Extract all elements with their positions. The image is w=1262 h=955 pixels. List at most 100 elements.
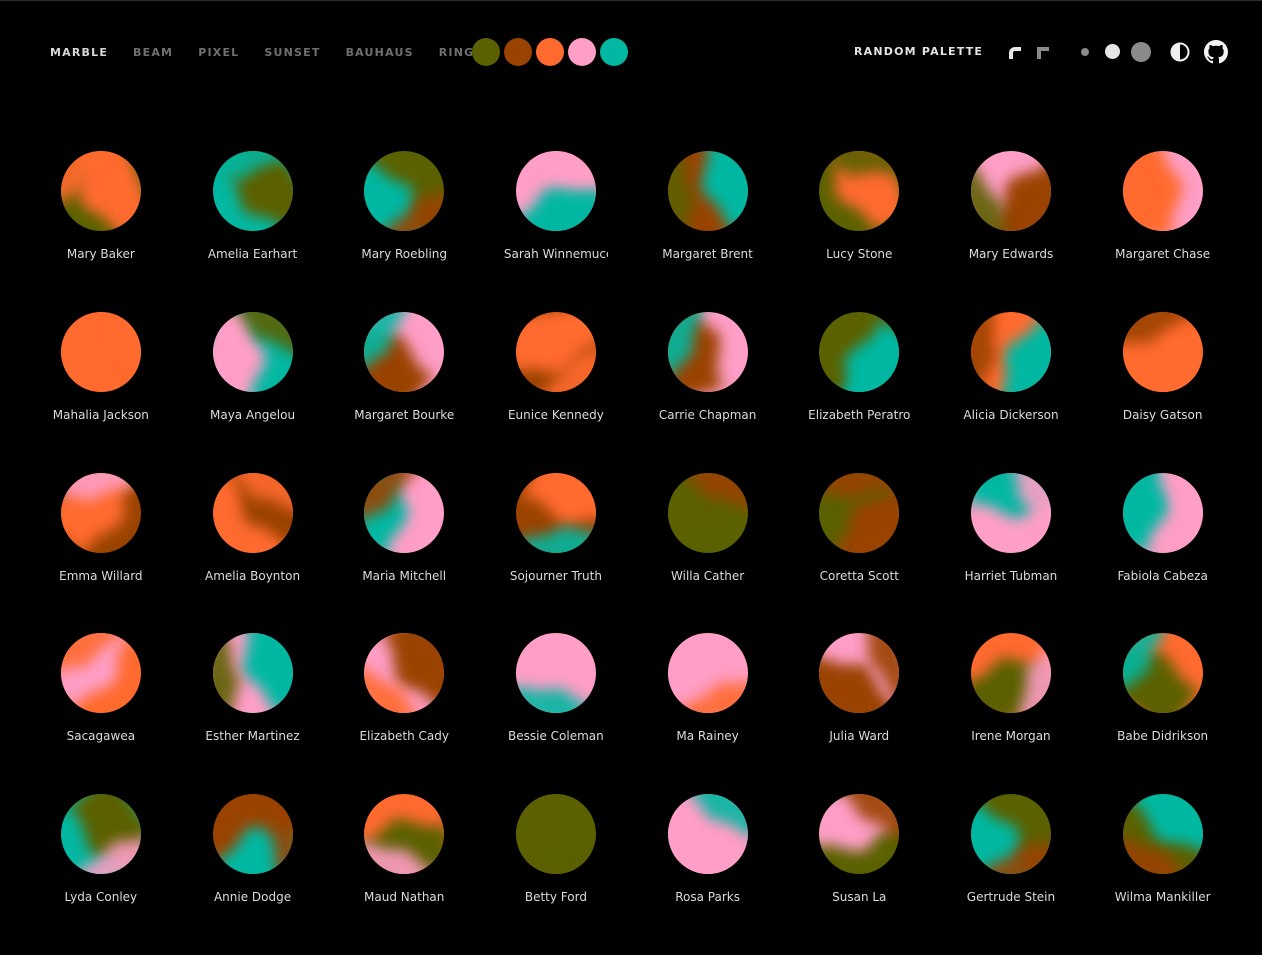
avatar [515, 311, 596, 392]
palette-swatch-3[interactable] [536, 38, 564, 66]
avatar [667, 633, 748, 714]
avatar-card[interactable]: Alicia Dickerson [935, 311, 1087, 473]
avatar-card[interactable]: Bessie Coleman [480, 633, 632, 794]
avatar-card[interactable]: Margaret Bourke [328, 311, 480, 473]
nav-ring[interactable]: RING [439, 46, 475, 59]
avatar-name: Eunice Kennedy [507, 407, 604, 422]
avatar-card[interactable]: Babe Didrikson [1087, 633, 1239, 794]
avatar-name: Mahalia Jackson [52, 407, 149, 422]
avatar-name: Mary Roebling [361, 247, 448, 261]
avatar-card[interactable]: Maud Nathan [328, 794, 480, 955]
avatar-card[interactable]: Daisy Gatson [1087, 311, 1239, 473]
avatar-card[interactable]: Margaret Brent [632, 151, 784, 312]
avatar-name: Elizabeth Cady [359, 729, 449, 744]
size-medium-icon[interactable] [1105, 44, 1120, 59]
avatar-card[interactable]: Lyda Conley [25, 794, 177, 955]
palette-swatch-1[interactable] [472, 38, 500, 66]
avatar-card[interactable]: Lucy Stone [783, 151, 935, 312]
avatar-card[interactable]: Esther Martinez [177, 633, 329, 794]
avatar [1122, 633, 1203, 714]
avatar-card[interactable]: Carrie Chapman [632, 311, 784, 473]
avatar-card[interactable]: Gertrude Stein [935, 794, 1087, 955]
avatar-card[interactable]: Sarah Winnemucc [480, 151, 632, 312]
top-border [0, 0, 1262, 1]
avatar [667, 794, 748, 875]
avatar [667, 472, 748, 553]
palette-swatches [472, 38, 632, 66]
avatar [515, 151, 596, 231]
avatar [364, 472, 445, 553]
avatar-card[interactable]: Eunice Kennedy [480, 311, 632, 473]
avatar [60, 311, 141, 392]
avatar-card[interactable]: Emma Willard [25, 472, 177, 634]
avatar-card[interactable]: Mahalia Jackson [25, 311, 177, 473]
avatar-card[interactable]: Amelia Boynton [177, 472, 329, 634]
avatar-card[interactable]: Julia Ward [783, 633, 935, 794]
avatar [970, 472, 1051, 553]
avatar-card[interactable]: Coretta Scott [783, 472, 935, 634]
nav-beam[interactable]: BEAM [133, 46, 173, 59]
avatar-name: Irene Morgan [971, 729, 1051, 744]
avatar-name: Maud Nathan [364, 890, 445, 905]
avatar [212, 311, 293, 392]
avatar-name: Lucy Stone [826, 247, 893, 261]
avatar-card[interactable]: Sacagawea [25, 633, 177, 794]
github-icon[interactable] [1204, 40, 1228, 64]
avatar [60, 151, 141, 231]
avatar-card[interactable]: Amelia Earhart [177, 151, 329, 312]
random-palette-button[interactable]: RANDOM PALETTE [854, 45, 983, 58]
size-small-icon[interactable] [1081, 48, 1089, 56]
avatar [212, 794, 293, 875]
avatar-card[interactable]: Willa Cather [632, 472, 784, 634]
avatar-card[interactable]: Betty Ford [480, 794, 632, 955]
avatar-name: Emma Willard [59, 568, 143, 583]
avatar [1122, 472, 1203, 553]
avatar-name: Betty Ford [524, 890, 587, 905]
avatar-name: Amelia Boynton [205, 568, 301, 583]
nav-pixel[interactable]: PIXEL [198, 46, 239, 59]
avatar-name: Alicia Dickerson [963, 407, 1059, 422]
avatar [364, 151, 445, 231]
size-large-icon[interactable] [1131, 42, 1151, 62]
avatar [970, 151, 1051, 231]
avatar-card[interactable]: Sojourner Truth [480, 472, 632, 634]
palette-swatch-2[interactable] [504, 38, 532, 66]
avatar-card[interactable]: Mary Baker [25, 151, 177, 312]
theme-toggle-icon[interactable] [1170, 42, 1190, 62]
avatar-name: Margaret Bourke [354, 407, 455, 422]
avatar-card[interactable]: Mary Edwards [935, 151, 1087, 312]
round-corner-icon[interactable] [1008, 45, 1022, 59]
avatar [819, 311, 900, 392]
avatar-card[interactable]: Margaret Chase [1087, 151, 1239, 312]
avatar-card[interactable]: Susan La [783, 794, 935, 955]
avatar [515, 633, 596, 714]
avatar-card[interactable]: Maria Mitchell [328, 472, 480, 634]
avatar-card[interactable]: Wilma Mankiller [1087, 794, 1239, 955]
avatar-card[interactable]: Fabiola Cabeza [1087, 472, 1239, 634]
avatar-card[interactable]: Maya Angelou [177, 311, 329, 473]
avatar-card[interactable]: Harriet Tubman [935, 472, 1087, 634]
avatar-name: Margaret Chase [1115, 247, 1211, 261]
avatar-grid: Mary Baker Amelia Earhart Mary Roebling … [25, 151, 1239, 955]
avatar-name: Maya Angelou [209, 407, 296, 422]
avatar-card[interactable]: Mary Roebling [328, 151, 480, 312]
avatar-card[interactable]: Ma Rainey [632, 633, 784, 794]
avatar-card[interactable]: Elizabeth Peratro [783, 311, 935, 473]
avatar [212, 472, 293, 553]
avatar-card[interactable]: Irene Morgan [935, 633, 1087, 794]
avatar [1122, 794, 1203, 875]
avatar-name: Babe Didrikson [1117, 729, 1209, 744]
avatar-card[interactable]: Elizabeth Cady [328, 633, 480, 794]
avatar-name: Harriet Tubman [964, 568, 1058, 583]
avatar [970, 633, 1051, 714]
palette-swatch-4[interactable] [568, 38, 596, 66]
avatar-card[interactable]: Rosa Parks [632, 794, 784, 955]
square-corner-icon[interactable] [1036, 45, 1050, 59]
nav-marble[interactable]: MARBLE [50, 46, 108, 59]
nav-bauhaus[interactable]: BAUHAUS [346, 46, 414, 59]
avatar-card[interactable]: Annie Dodge [177, 794, 329, 955]
avatar [819, 633, 900, 714]
palette-swatch-5[interactable] [600, 38, 628, 66]
avatar-name: Esther Martinez [205, 729, 300, 744]
nav-sunset[interactable]: SUNSET [264, 46, 320, 59]
